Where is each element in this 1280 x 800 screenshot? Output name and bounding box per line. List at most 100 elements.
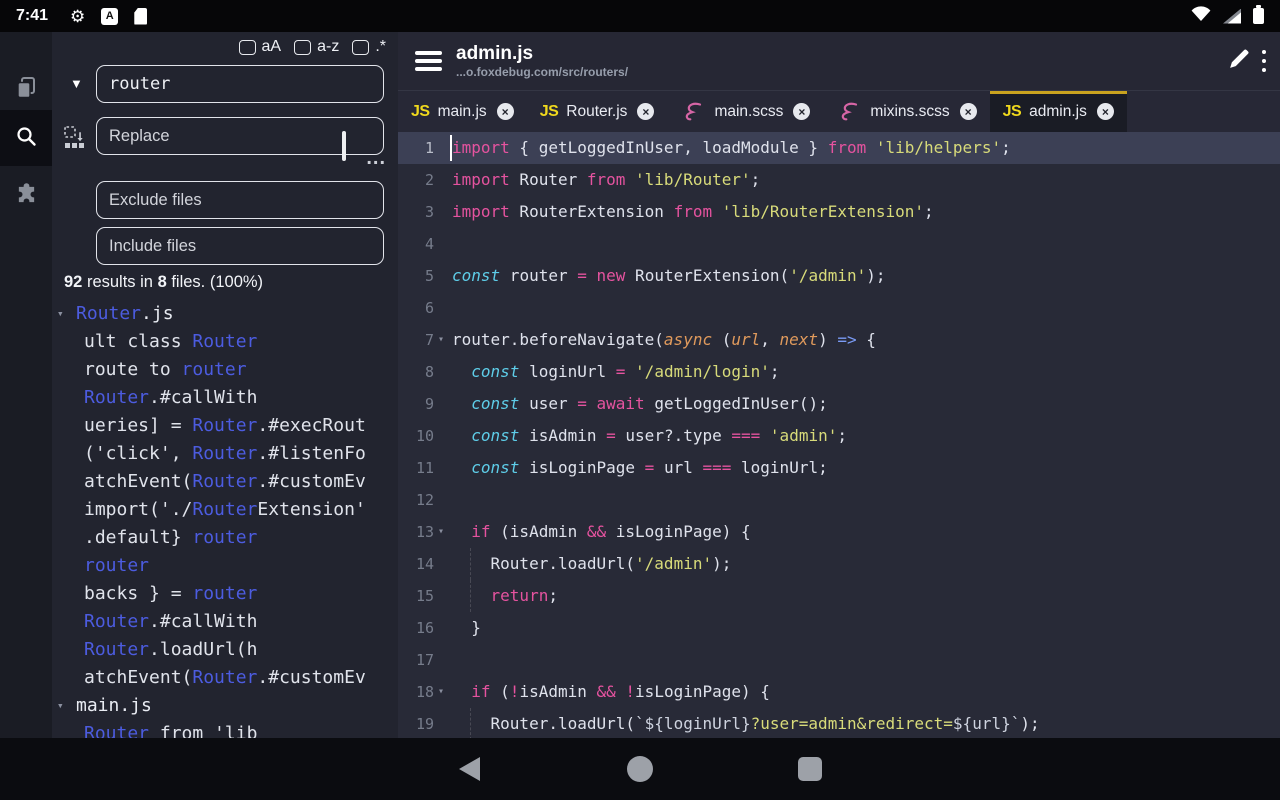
code-line[interactable]: 5const router = new RouterExtension('/ad… bbox=[398, 260, 1280, 292]
tab-bar: JSmain.js×JSRouter.js×main.scss×mixins.s… bbox=[398, 90, 1280, 132]
result-file-row[interactable]: ▾Router.js bbox=[52, 300, 398, 328]
result-match-row[interactable]: ('click', Router.#listenFo bbox=[52, 440, 398, 468]
line-number: 11 bbox=[398, 452, 434, 484]
code-line[interactable]: 3import RouterExtension from 'lib/Router… bbox=[398, 196, 1280, 228]
fold-arrow-icon[interactable]: ▾ bbox=[434, 516, 448, 548]
status-bar: 7:41 ⚙ A bbox=[0, 0, 1280, 32]
result-match-row[interactable]: Router.#callWith bbox=[52, 384, 398, 412]
tab-label: admin.js bbox=[1029, 103, 1087, 121]
code-line[interactable]: 1import { getLoggedInUser, loadModule } … bbox=[398, 132, 1280, 164]
option-regex[interactable]: .* bbox=[352, 38, 386, 56]
line-number: 6 bbox=[398, 292, 434, 324]
result-file-row[interactable]: ▾main.js bbox=[52, 692, 398, 720]
replace-all-icon[interactable] bbox=[62, 124, 88, 155]
tab-close-icon[interactable]: × bbox=[960, 103, 977, 120]
javascript-file-icon: JS bbox=[1003, 103, 1022, 121]
tab-main.js[interactable]: JS main.js × bbox=[398, 91, 527, 132]
tab-Router.js[interactable]: JSRouter.js× bbox=[527, 91, 668, 132]
code-line[interactable]: 11 const isLoginPage = url === loginUrl; bbox=[398, 452, 1280, 484]
tab-admin.js[interactable]: JS admin.js × bbox=[990, 91, 1127, 132]
sidebar-item-extensions[interactable] bbox=[0, 168, 52, 224]
option-whole-word[interactable]: a-z bbox=[294, 38, 339, 56]
result-match-row[interactable]: ult class Router bbox=[52, 328, 398, 356]
line-number: 15 bbox=[398, 580, 434, 612]
result-match-row[interactable]: route to router bbox=[52, 356, 398, 384]
option-label: a-z bbox=[317, 38, 339, 56]
tab-close-icon[interactable]: × bbox=[1097, 103, 1114, 120]
code-area[interactable]: 1import { getLoggedInUser, loadModule } … bbox=[398, 132, 1280, 738]
search-results: ▾Router.jsult class Routerroute to route… bbox=[52, 300, 398, 738]
javascript-file-icon: JS bbox=[411, 103, 430, 121]
sidebar-scrollbar-thumb[interactable] bbox=[342, 131, 346, 161]
line-number: 4 bbox=[398, 228, 434, 260]
checkbox-regex[interactable] bbox=[352, 40, 369, 55]
code-line[interactable]: 13▾ if (isAdmin && isLoginPage) { bbox=[398, 516, 1280, 548]
code-line[interactable]: 15 return; bbox=[398, 580, 1280, 612]
tab-mixins.scss[interactable]: mixins.scss× bbox=[823, 91, 989, 132]
checkbox-match-case[interactable] bbox=[239, 40, 256, 55]
search-icon bbox=[15, 125, 37, 152]
result-match-row[interactable]: .default} router bbox=[52, 524, 398, 552]
edit-mode-button[interactable] bbox=[1218, 46, 1262, 76]
line-number: 10 bbox=[398, 420, 434, 452]
line-number: 5 bbox=[398, 260, 434, 292]
code-line[interactable]: 4 bbox=[398, 228, 1280, 260]
result-match-row[interactable]: Router from 'lib bbox=[52, 720, 398, 738]
hamburger-menu-icon[interactable] bbox=[415, 51, 442, 71]
exclude-files-input[interactable] bbox=[96, 181, 384, 219]
file-path: ...o.foxdebug.com/src/routers/ bbox=[456, 65, 628, 79]
fold-arrow-icon[interactable]: ▾ bbox=[434, 324, 448, 356]
search-input[interactable] bbox=[96, 65, 384, 103]
replace-input[interactable] bbox=[96, 117, 384, 155]
overflow-menu-icon[interactable] bbox=[1262, 50, 1267, 73]
code-line[interactable]: 14 Router.loadUrl('/admin'); bbox=[398, 548, 1280, 580]
sd-card-icon bbox=[134, 8, 147, 25]
files-icon bbox=[15, 76, 38, 105]
code-line[interactable]: 7▾router.beforeNavigate(async (url, next… bbox=[398, 324, 1280, 356]
include-files-input[interactable] bbox=[96, 227, 384, 265]
tab-close-icon[interactable]: × bbox=[497, 103, 514, 120]
line-number: 18 bbox=[398, 676, 434, 708]
result-match-row[interactable]: ueries] = Router.#execRout bbox=[52, 412, 398, 440]
line-number: 9 bbox=[398, 388, 434, 420]
option-label: aA bbox=[262, 38, 282, 56]
result-match-row[interactable]: import('./RouterExtension' bbox=[52, 496, 398, 524]
code-line[interactable]: 17 bbox=[398, 644, 1280, 676]
code-line[interactable]: 6 bbox=[398, 292, 1280, 324]
toggle-replace-icon[interactable]: ▼ bbox=[70, 76, 83, 91]
collapse-arrow-icon: ▾ bbox=[57, 300, 64, 328]
back-icon[interactable] bbox=[459, 757, 480, 781]
tab-main.scss[interactable]: main.scss × bbox=[667, 91, 823, 132]
code-line[interactable]: 10 const isAdmin = user?.type === 'admin… bbox=[398, 420, 1280, 452]
tab-close-icon[interactable]: × bbox=[793, 103, 810, 120]
pencil-icon bbox=[1227, 46, 1252, 76]
tab-label: main.scss bbox=[714, 103, 783, 121]
code-line[interactable]: 19 Router.loadUrl(`${loginUrl}?user=admi… bbox=[398, 708, 1280, 738]
recents-icon[interactable] bbox=[798, 757, 822, 781]
line-number: 7 bbox=[398, 324, 434, 356]
code-line[interactable]: 12 bbox=[398, 484, 1280, 516]
code-line[interactable]: 8 const loginUrl = '/admin/login'; bbox=[398, 356, 1280, 388]
result-match-row[interactable]: backs } = router bbox=[52, 580, 398, 608]
text-cursor bbox=[450, 135, 452, 161]
sidebar-item-search[interactable] bbox=[0, 110, 52, 166]
code-line[interactable]: 16 } bbox=[398, 612, 1280, 644]
result-match-row[interactable]: Router.loadUrl(h bbox=[52, 636, 398, 664]
wifi-icon bbox=[1191, 6, 1211, 27]
tab-label: main.js bbox=[438, 103, 487, 121]
code-line[interactable]: 2import Router from 'lib/Router'; bbox=[398, 164, 1280, 196]
tab-close-icon[interactable]: × bbox=[637, 103, 654, 120]
code-line[interactable]: 18▾ if (!isAdmin && !isLoginPage) { bbox=[398, 676, 1280, 708]
line-number: 12 bbox=[398, 484, 434, 516]
fold-arrow-icon[interactable]: ▾ bbox=[434, 676, 448, 708]
checkbox-whole-word[interactable] bbox=[294, 40, 311, 55]
home-icon[interactable] bbox=[627, 756, 653, 782]
result-match-row[interactable]: atchEvent(Router.#customEv bbox=[52, 664, 398, 692]
line-number: 19 bbox=[398, 708, 434, 738]
result-match-row[interactable]: router bbox=[52, 552, 398, 580]
more-options-button[interactable]: ... bbox=[366, 148, 386, 168]
option-match-case[interactable]: aA bbox=[239, 38, 282, 56]
result-match-row[interactable]: Router.#callWith bbox=[52, 608, 398, 636]
result-match-row[interactable]: atchEvent(Router.#customEv bbox=[52, 468, 398, 496]
code-line[interactable]: 9 const user = await getLoggedInUser(); bbox=[398, 388, 1280, 420]
